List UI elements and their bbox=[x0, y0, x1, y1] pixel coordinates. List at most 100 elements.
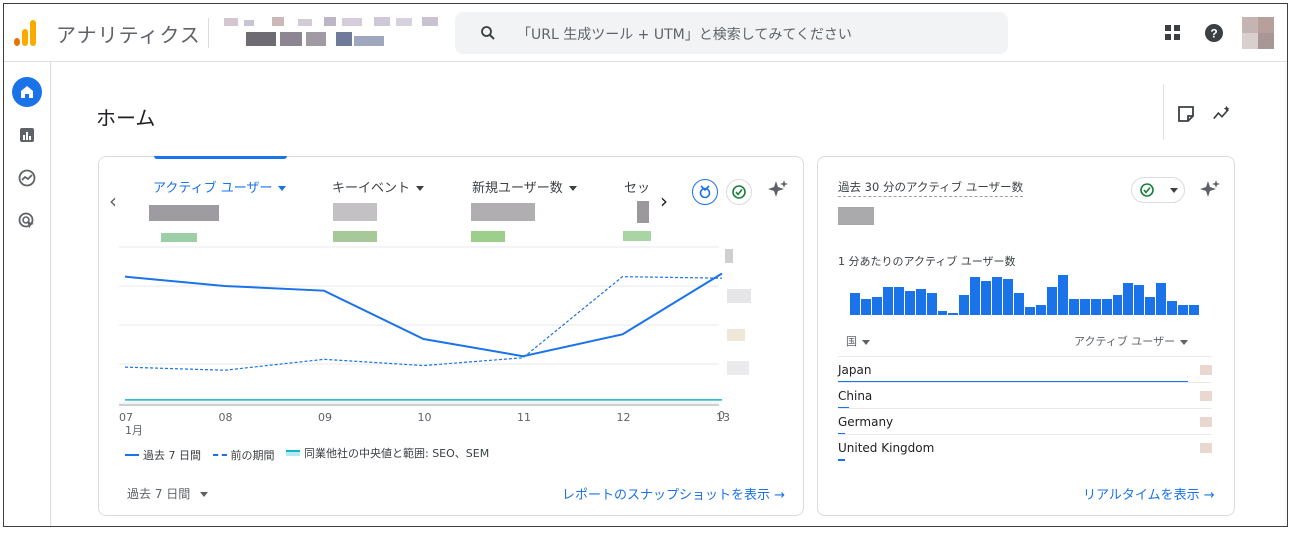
tab-sessions[interactable]: セッ bbox=[624, 177, 650, 196]
minute-bar[interactable] bbox=[1035, 305, 1046, 315]
nav-explore[interactable] bbox=[12, 163, 42, 193]
overview-card: ‹ アクティブ ユーザー キーイベント 新規ユーザー数 セッ › 0 07 08… bbox=[98, 156, 804, 516]
minute-bar[interactable] bbox=[926, 293, 937, 315]
nav-reports[interactable] bbox=[12, 120, 42, 150]
minute-bar[interactable] bbox=[1046, 287, 1057, 315]
minute-bar[interactable] bbox=[1025, 307, 1035, 315]
minute-bar[interactable] bbox=[904, 291, 915, 315]
search-bar[interactable]: 「URL 生成ツール + UTM」と検索してみてください bbox=[455, 12, 1008, 54]
chevron-right-icon[interactable]: › bbox=[660, 189, 668, 213]
minute-bar[interactable] bbox=[992, 277, 1003, 315]
minute-bar[interactable] bbox=[959, 295, 970, 315]
legend-item-previous: 前の期間 bbox=[212, 447, 275, 463]
minute-bar[interactable] bbox=[1145, 297, 1156, 315]
date-range-selector[interactable]: 過去 7 日間 bbox=[127, 485, 209, 502]
nav-advertising[interactable] bbox=[12, 206, 42, 236]
tab-key-events[interactable]: キーイベント bbox=[332, 177, 425, 196]
x-axis-month: 1月 bbox=[125, 424, 143, 437]
column-active-users[interactable]: アクティブ ユーザー bbox=[1074, 333, 1189, 349]
selected-tab-indicator bbox=[154, 156, 287, 159]
insights-icon[interactable] bbox=[1212, 104, 1232, 124]
minute-bar[interactable] bbox=[1189, 305, 1199, 315]
tab-new-users[interactable]: 新規ユーザー数 bbox=[472, 177, 577, 196]
top-bar: アナリティクス 「URL 生成ツール + UTM」と検索してみてください ? bbox=[4, 4, 1287, 62]
nav-home[interactable] bbox=[12, 77, 42, 107]
minute-bar[interactable] bbox=[1167, 301, 1178, 315]
country-share-bar bbox=[838, 459, 845, 461]
minute-bar[interactable] bbox=[1123, 283, 1134, 315]
country-row[interactable]: China bbox=[838, 382, 1212, 409]
minute-bar[interactable] bbox=[981, 281, 992, 315]
minute-bar[interactable] bbox=[1003, 279, 1014, 315]
minute-bar[interactable] bbox=[893, 287, 904, 315]
status-check-button[interactable] bbox=[726, 179, 752, 205]
minute-bar[interactable] bbox=[1057, 275, 1068, 315]
line-chart bbox=[119, 246, 723, 406]
minute-bar[interactable] bbox=[1112, 295, 1123, 315]
country-value-redacted bbox=[1200, 443, 1212, 453]
minute-bar[interactable] bbox=[882, 287, 893, 315]
minute-bar[interactable] bbox=[1079, 299, 1090, 315]
minute-bar[interactable] bbox=[871, 297, 882, 315]
advertising-icon bbox=[18, 212, 34, 229]
view-snapshot-link[interactable]: レポートのスナップショットを表示 → bbox=[562, 484, 785, 503]
minute-bar[interactable] bbox=[948, 313, 959, 315]
benchmark-icon bbox=[699, 185, 711, 199]
avatar[interactable] bbox=[1242, 17, 1274, 49]
country-value-redacted bbox=[1200, 365, 1212, 375]
reports-icon bbox=[20, 128, 34, 142]
x-tick-label: 09 bbox=[318, 411, 332, 424]
minute-bar[interactable] bbox=[1134, 285, 1145, 315]
minute-bar[interactable] bbox=[850, 293, 860, 315]
minute-bar[interactable] bbox=[1178, 305, 1189, 315]
per-minute-bar-chart bbox=[850, 273, 1200, 315]
analytics-logo-icon[interactable] bbox=[14, 20, 36, 46]
help-icon[interactable]: ? bbox=[1204, 23, 1224, 43]
status-dropdown[interactable] bbox=[1131, 177, 1185, 203]
app-title[interactable]: アナリティクス bbox=[56, 19, 201, 48]
chevron-left-icon[interactable]: ‹ bbox=[109, 189, 117, 213]
sparkle-icon[interactable] bbox=[1199, 179, 1221, 201]
chart-legend: 過去 7 日間 前の期間 同業他社の中央値と範囲: SEO、SEM bbox=[125, 445, 497, 463]
main-content: ホーム ‹ アクティブ ユーザー キーイベント 新規ユーザー数 セッ › 0 0… bbox=[52, 62, 1284, 526]
country-row[interactable]: Germany bbox=[838, 408, 1212, 435]
note-icon[interactable] bbox=[1176, 104, 1196, 124]
country-value-redacted bbox=[1200, 391, 1212, 401]
tab-active-users[interactable]: アクティブ ユーザー bbox=[153, 177, 287, 196]
legend-item-benchmark: 同業他社の中央値と範囲: SEO、SEM bbox=[286, 445, 489, 461]
sparkle-icon[interactable] bbox=[767, 179, 789, 201]
check-circle-icon bbox=[1140, 183, 1154, 197]
window: アナリティクス 「URL 生成ツール + UTM」と検索してみてください ? ホ… bbox=[3, 3, 1288, 527]
minute-bar[interactable] bbox=[1068, 299, 1079, 315]
country-name: Japan bbox=[838, 363, 872, 377]
apps-grid-icon[interactable] bbox=[1163, 23, 1183, 43]
check-circle-icon bbox=[732, 185, 746, 199]
divider bbox=[208, 18, 209, 48]
minute-bar[interactable] bbox=[1101, 299, 1112, 315]
x-tick-label: 08 bbox=[218, 411, 233, 424]
x-tick-label: 13 bbox=[716, 411, 730, 424]
benchmark-button[interactable] bbox=[692, 179, 718, 205]
minute-bar[interactable] bbox=[1090, 299, 1101, 315]
realtime-title: 過去 30 分のアクティブ ユーザー数 bbox=[838, 179, 1024, 197]
minute-bar[interactable] bbox=[937, 311, 948, 315]
left-nav-rail bbox=[4, 62, 51, 526]
view-realtime-link[interactable]: リアルタイムを表示 → bbox=[1083, 484, 1215, 503]
per-minute-subtitle: 1 分あたりのアクティブ ユーザー数 bbox=[838, 255, 1016, 268]
minute-bar[interactable] bbox=[915, 289, 926, 315]
column-country[interactable]: 国 bbox=[846, 333, 870, 349]
svg-text:?: ? bbox=[1210, 27, 1217, 41]
divider bbox=[1163, 84, 1164, 140]
minute-bar[interactable] bbox=[860, 299, 871, 315]
country-row[interactable]: Japan bbox=[838, 356, 1212, 383]
minute-bar[interactable] bbox=[1014, 293, 1024, 315]
minute-bar[interactable] bbox=[970, 277, 981, 315]
page-title: ホーム bbox=[96, 106, 156, 130]
minute-bar[interactable] bbox=[1156, 283, 1167, 315]
x-tick-label: 12 bbox=[616, 411, 631, 424]
country-row[interactable]: United Kingdom bbox=[838, 434, 1212, 461]
country-name: United Kingdom bbox=[838, 441, 935, 455]
country-name: Germany bbox=[838, 415, 894, 429]
realtime-card: 過去 30 分のアクティブ ユーザー数 1 分あたりのアクティブ ユーザー数 国… bbox=[817, 156, 1235, 516]
account-selector[interactable] bbox=[220, 12, 450, 54]
